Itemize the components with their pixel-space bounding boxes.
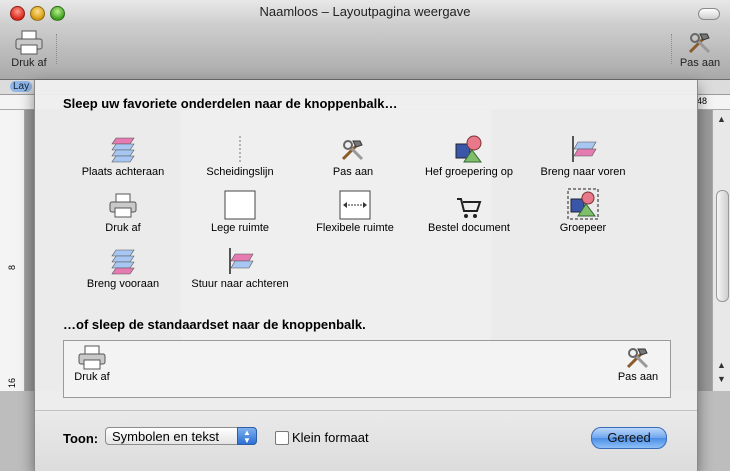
send-backward-icon — [229, 248, 254, 274]
palette-item-group[interactable]: Groepeer — [523, 186, 643, 234]
default-set-print-item: Druk af — [70, 345, 114, 383]
group-icon — [567, 188, 599, 220]
scroll-up-icon[interactable]: ▲ — [716, 114, 727, 124]
window-title: Naamloos – Layoutpagina weergave — [259, 4, 471, 19]
palette-item-ungroup[interactable]: Hef groepering op — [409, 130, 529, 178]
palette-heading: Sleep uw favoriete onderdelen naar de kn… — [63, 96, 398, 111]
separator-icon — [239, 136, 241, 164]
palette-item-label: Breng vooraan — [86, 278, 160, 290]
ungroup-icon — [455, 135, 482, 163]
default-set-print-label: Druk af — [74, 371, 110, 383]
printer-icon — [15, 30, 43, 55]
ruler-number: 16 — [7, 377, 17, 388]
palette-item-label: Hef groepering op — [424, 166, 514, 178]
updown-arrows-icon: ▲ ▼ — [237, 427, 257, 445]
scroll-down-icon[interactable]: ▼ — [716, 374, 727, 384]
show-label: Toon: — [63, 431, 99, 446]
palette-item-label: Groepeer — [559, 222, 607, 234]
default-set-heading: …of sleep de standaardset naar de knoppe… — [63, 317, 366, 332]
default-set-customize-item: Pas aan — [612, 345, 664, 383]
palette-item-label: Scheidingslijn — [206, 166, 274, 178]
palette-item-separator[interactable]: Scheidingslijn — [180, 130, 300, 178]
palette-item-label: Druk af — [105, 222, 141, 234]
printer-icon — [109, 193, 137, 218]
palette-item-label: Bestel document — [428, 222, 510, 234]
toolbar-print-label: Druk af — [11, 57, 47, 69]
bring-to-front-icon — [111, 249, 135, 275]
customize-icon — [341, 140, 364, 161]
palette-item-label: Stuur naar achteren — [191, 278, 289, 290]
vertical-ruler: 8 16 — [0, 110, 25, 391]
default-toolbar-set[interactable]: Druk af Pas aan — [63, 340, 671, 398]
shopping-cart-icon — [457, 198, 482, 218]
palette-item-bring-forward[interactable]: Breng naar voren — [523, 130, 643, 178]
vertical-scrollbar[interactable]: ▲ ▲ ▼ — [712, 110, 730, 391]
printer-icon — [78, 345, 106, 370]
ruler-number: 8 — [7, 264, 17, 270]
window-titlebar: Naamloos – Layoutpagina weergave Druk af… — [0, 0, 730, 80]
small-size-label[interactable]: Klein formaat — [292, 430, 369, 445]
palette-item-order-document[interactable]: Bestel document — [409, 186, 529, 234]
palette-item-label: Flexibele ruimte — [316, 222, 394, 234]
done-button[interactable]: Gereed — [591, 427, 667, 449]
layout-tab[interactable]: Lay — [10, 81, 33, 92]
palette-item-space[interactable]: Lege ruimte — [180, 186, 300, 234]
palette-item-label: Pas aan — [332, 166, 374, 178]
customize-icon — [688, 33, 711, 54]
scroll-up-icon[interactable]: ▲ — [716, 360, 727, 370]
send-to-back-icon — [111, 137, 135, 163]
default-set-customize-label: Pas aan — [617, 371, 659, 383]
palette-item-send-to-back[interactable]: Plaats achteraan — [63, 130, 183, 178]
bring-forward-icon — [572, 136, 597, 162]
palette-item-label: Lege ruimte — [210, 222, 270, 234]
show-mode-select[interactable]: Symbolen en tekst ▲ ▼ — [105, 427, 257, 445]
toolbar-customize-button[interactable]: Pas aan — [676, 30, 724, 69]
toolbar-empty-area — [56, 34, 672, 64]
palette-item-send-backward[interactable]: Stuur naar achteren — [180, 242, 300, 290]
palette-item-label: Plaats achteraan — [81, 166, 165, 178]
palette-item-print[interactable]: Druk af — [63, 186, 183, 234]
customize-toolbar-sheet: Sleep uw favoriete onderdelen naar de kn… — [34, 80, 698, 471]
space-icon — [224, 190, 256, 220]
show-mode-value: Symbolen en tekst — [112, 429, 219, 444]
toolbar-print-button[interactable]: Druk af — [8, 30, 50, 69]
toolbar-customize-label: Pas aan — [679, 57, 721, 69]
ruler-number: 48 — [697, 96, 708, 106]
palette-item-bring-to-front[interactable]: Breng vooraan — [63, 242, 183, 290]
flexible-space-icon — [339, 190, 371, 220]
palette-item-flexible-space[interactable]: Flexibele ruimte — [295, 186, 415, 234]
customize-icon — [626, 348, 649, 369]
palette-item-customize[interactable]: Pas aan — [293, 130, 413, 178]
palette-item-label: Breng naar voren — [540, 166, 626, 178]
scroll-thumb[interactable] — [716, 190, 729, 302]
small-size-checkbox[interactable] — [275, 431, 289, 445]
